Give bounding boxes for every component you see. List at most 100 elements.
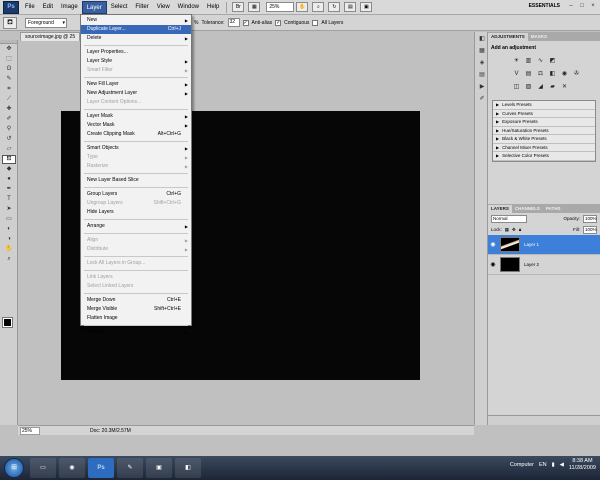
list-item[interactable]: ▶ Exposure Presets [493, 118, 595, 127]
start-button[interactable]: ⊞ [4, 458, 24, 478]
menu-item-new-adjustment-layer[interactable]: New Adjustment Layer ▶ [81, 89, 191, 98]
workspace-switcher[interactable]: ESSENTIALS [529, 3, 560, 9]
crop-tool-icon[interactable]: ⌗ [2, 85, 16, 94]
menu-edit[interactable]: Edit [39, 1, 57, 14]
tab-layers[interactable]: LAYERS [488, 205, 512, 213]
list-item[interactable]: ▶ Hue/Saturation Presets [493, 127, 595, 135]
blur-tool-icon[interactable]: ◆ [2, 165, 16, 174]
selective-color-icon[interactable]: ✕ [560, 83, 569, 92]
lock-pixels-icon[interactable]: ▦ [505, 227, 509, 233]
lock-position-icon[interactable]: ✥ [512, 227, 516, 233]
blend-mode-select[interactable]: Normal [491, 214, 527, 223]
visibility-eye-icon[interactable]: ◉ [488, 261, 498, 268]
menu-item-layer-mask[interactable]: Layer Mask ▶ [81, 112, 191, 121]
rotate-view-icon[interactable]: ↻ [328, 2, 341, 12]
computer-label[interactable]: Computer [510, 462, 534, 468]
status-zoom-field[interactable]: 25% [20, 426, 40, 435]
layer-row-layer-1[interactable]: ◉ Layer 1 [488, 235, 600, 255]
levels-icon[interactable]: ▥ [524, 57, 533, 66]
styles-panel-icon[interactable]: ◈ [477, 59, 487, 68]
all-layers-checkbox[interactable] [312, 19, 319, 26]
shape-tool-icon[interactable]: ▭ [2, 215, 16, 224]
zoom-tool-icon[interactable]: ⌕ [312, 2, 325, 12]
menu-item-arrange[interactable]: Arrange ▶ [81, 222, 191, 231]
healing-brush-tool-icon[interactable]: ✚ [2, 105, 16, 114]
network-icon[interactable]: ▮ [552, 462, 555, 468]
menu-window[interactable]: Window [174, 1, 203, 14]
threshold-icon[interactable]: ◢ [536, 83, 545, 92]
curves-icon[interactable]: ∿ [536, 57, 545, 66]
quick-select-tool-icon[interactable]: ✎ [2, 75, 16, 84]
clone-stamp-tool-icon[interactable]: ⚲ [2, 125, 16, 134]
hand-tool-icon[interactable]: ✋ [2, 245, 16, 254]
menu-item-new[interactable]: New ▶ [81, 16, 191, 25]
menu-item-hide-layers[interactable]: Hide Layers [81, 208, 191, 217]
swatches-panel-icon[interactable]: ▦ [477, 47, 487, 56]
menu-item-new-layer-based-slice[interactable]: New Layer Based Slice [81, 176, 191, 185]
document-tab[interactable]: sourceimage.jpg @ 25 [20, 32, 80, 41]
paint-bucket-tool-icon[interactable]: ⛾ [2, 155, 16, 164]
history-panel-icon[interactable]: ▤ [477, 71, 487, 80]
menu-item-create-clipping-mask[interactable]: Create Clipping Mask Alt+Ctrl+G [81, 130, 191, 139]
view-extras-icon[interactable]: ▦ [248, 2, 261, 12]
path-select-tool-icon[interactable]: ➤ [2, 205, 16, 214]
document-info[interactable]: Doc: 20.3M/2.57M [90, 428, 131, 434]
history-brush-tool-icon[interactable]: ↺ [2, 135, 16, 144]
eraser-tool-icon[interactable]: ▱ [2, 145, 16, 154]
fill-input[interactable]: 100% [583, 225, 597, 234]
menu-item-merge-down[interactable]: Merge Down Ctrl+E [81, 296, 191, 305]
zoom-level-field[interactable]: 25% [266, 2, 295, 12]
contiguous-checkbox[interactable]: ✓ [275, 19, 282, 26]
eyedropper-tool-icon[interactable]: ⟋ [2, 95, 16, 104]
fill-source-select[interactable]: Foreground [25, 17, 67, 28]
menu-select[interactable]: Select [107, 1, 132, 14]
list-item[interactable]: ▶ Levels Presets [493, 101, 595, 110]
app-taskbar-icon[interactable]: ▣ [146, 458, 172, 478]
tools-grip[interactable] [0, 40, 17, 44]
menu-item-flatten-image[interactable]: Flatten Image [81, 314, 191, 323]
dodge-tool-icon[interactable]: ● [2, 175, 16, 184]
tolerance-input[interactable]: 32 [227, 18, 240, 27]
tab-adjustments[interactable]: ADJUSTMENTS [488, 33, 528, 41]
hand-tool-icon[interactable]: ✋ [296, 2, 309, 12]
pen-tool-icon[interactable]: ✒ [2, 185, 16, 194]
posterize-icon[interactable]: ▨ [524, 83, 533, 92]
volume-icon[interactable]: ◀ [560, 462, 564, 468]
language-indicator[interactable]: EN [539, 462, 547, 468]
tab-paths[interactable]: PATHS [543, 205, 564, 213]
lock-all-icon[interactable]: 🔒︎ [519, 227, 521, 232]
close-button[interactable]: × [588, 2, 598, 12]
chrome-taskbar-icon[interactable]: ◉ [59, 458, 85, 478]
photoshop-taskbar-icon[interactable]: Ps [88, 458, 114, 478]
menu-filter[interactable]: Filter [131, 1, 152, 14]
menu-item-duplicate-layer[interactable]: Duplicate Layer... Ctrl+J [81, 25, 191, 34]
marquee-tool-icon[interactable]: ⬚ [2, 55, 16, 64]
arrange-documents-icon[interactable]: ▤ [344, 2, 357, 12]
black-white-icon[interactable]: ◧ [548, 70, 557, 79]
tab-masks[interactable]: MASKS [528, 33, 550, 41]
menu-item-delete[interactable]: Delete ▶ [81, 34, 191, 43]
tab-channels[interactable]: CHANNELS [512, 205, 543, 213]
vibrance-icon[interactable]: V [512, 70, 521, 79]
menu-item-group-layers[interactable]: Group Layers Ctrl+G [81, 190, 191, 199]
photo-filter-icon[interactable]: ◉ [560, 70, 569, 79]
menu-item-layer-properties[interactable]: Layer Properties... [81, 48, 191, 57]
maximize-button[interactable]: □ [577, 2, 587, 12]
menu-help[interactable]: Help [203, 1, 223, 14]
visibility-eye-icon[interactable]: ◉ [488, 241, 498, 248]
paint-bucket-icon[interactable]: ⛾ [3, 16, 17, 29]
list-item[interactable]: ▶ Curves Presets [493, 110, 595, 118]
foreground-color-swatch[interactable] [2, 317, 13, 328]
list-item[interactable]: ▶ Channel Mixer Presets [493, 144, 595, 152]
color-panel-icon[interactable]: ◧ [477, 35, 487, 44]
invert-icon[interactable]: ◫ [512, 83, 521, 92]
menu-view[interactable]: View [153, 1, 174, 14]
menu-image[interactable]: Image [57, 1, 82, 14]
type-tool-icon[interactable]: T [2, 195, 16, 204]
lasso-tool-icon[interactable]: ʘ [2, 65, 16, 74]
menu-item-new-fill-layer[interactable]: New Fill Layer ▶ [81, 80, 191, 89]
clock[interactable]: 8:38 AM 11/28/2009 [569, 458, 596, 472]
explorer-taskbar-icon[interactable]: ▭ [30, 458, 56, 478]
color-balance-icon[interactable]: ⚖ [536, 70, 545, 79]
screen-mode-icon[interactable]: ▣ [360, 2, 373, 12]
